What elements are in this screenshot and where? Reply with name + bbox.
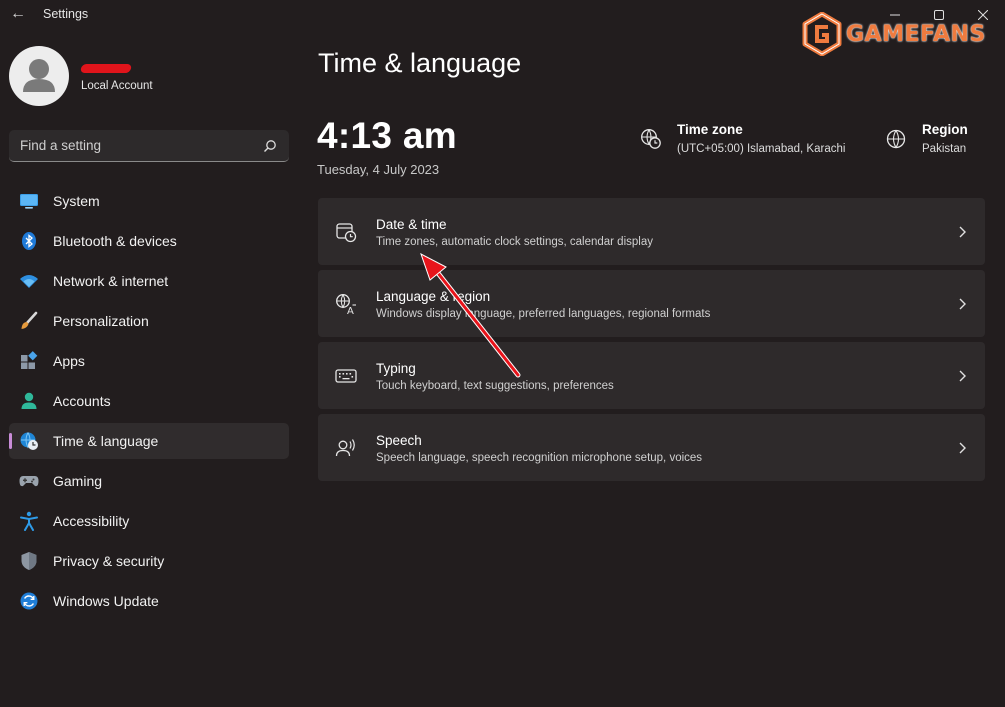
monitor-icon [19, 191, 39, 211]
sidebar-item-network[interactable]: Network & internet [9, 263, 289, 299]
person-avatar-icon [23, 59, 55, 92]
sidebar-item-label: Accessibility [53, 513, 130, 529]
page-title: Time & language [318, 48, 522, 78]
sidebar-item-label: Personalization [53, 313, 149, 329]
sidebar-item-windows-update[interactable]: Windows Update [9, 583, 289, 619]
app-title: Settings [43, 7, 89, 21]
chevron-right-icon [959, 370, 966, 382]
sidebar-item-accounts[interactable]: Accounts [9, 383, 289, 419]
shield-icon [19, 551, 39, 571]
keyboard-icon [335, 369, 357, 383]
current-date: Tuesday, 4 July 2023 [317, 162, 440, 177]
language-icon: A [336, 294, 356, 315]
avatar[interactable] [9, 46, 69, 106]
time-zone-info: Time zone (UTC+05:00) Islamabad, Karachi [640, 122, 845, 155]
wifi-icon [19, 271, 39, 291]
card-speech[interactable]: Speech Speech language, speech recogniti… [318, 414, 985, 481]
card-title: Language & region [376, 289, 491, 304]
sidebar-item-label: Privacy & security [53, 553, 165, 569]
sidebar-item-accessibility[interactable]: Accessibility [9, 503, 289, 539]
sidebar-item-label: Accounts [53, 393, 111, 409]
gamepad-icon [19, 471, 39, 491]
current-time: 4:13 am [317, 115, 457, 156]
sidebar-item-time-language[interactable]: Time & language [9, 423, 289, 459]
speech-icon [335, 439, 355, 457]
card-date-time[interactable]: Date & time Time zones, automatic clock … [318, 198, 985, 265]
sidebar-item-personalization[interactable]: Personalization [9, 303, 289, 339]
card-description: Time zones, automatic clock settings, ca… [376, 236, 653, 248]
settings-cards: Date & time Time zones, automatic clock … [318, 198, 985, 486]
gamefans-logo-icon [802, 12, 842, 56]
globe-icon [886, 129, 906, 149]
time-zone-value: (UTC+05:00) Islamabad, Karachi [677, 143, 846, 155]
sidebar-item-label: Bluetooth & devices [53, 233, 177, 249]
card-description: Windows display language, preferred lang… [376, 308, 711, 320]
sidebar-item-system[interactable]: System [9, 183, 289, 219]
search-icon[interactable] [263, 139, 277, 153]
card-typing[interactable]: Typing Touch keyboard, text suggestions,… [318, 342, 985, 409]
bluetooth-icon [19, 231, 39, 251]
gamefans-watermark: GAMEFANS [802, 12, 986, 56]
user-name-redacted [80, 62, 132, 74]
chevron-right-icon [959, 298, 966, 310]
person-icon [19, 391, 39, 411]
card-title: Speech [376, 433, 422, 448]
card-title: Date & time [376, 217, 447, 232]
accessibility-icon [19, 511, 39, 531]
svg-text:A: A [347, 306, 354, 315]
card-language-region[interactable]: A Language & region Windows display lang… [318, 270, 985, 337]
card-title: Typing [376, 361, 416, 376]
sidebar-item-label: Time & language [53, 433, 159, 449]
sidebar-item-privacy[interactable]: Privacy & security [9, 543, 289, 579]
back-button[interactable]: ← [8, 4, 28, 24]
globe-clock-icon [19, 431, 39, 451]
sidebar-item-label: Network & internet [53, 273, 169, 289]
sidebar-item-label: Windows Update [53, 593, 159, 609]
watermark-text: GAMEFANS [846, 21, 986, 47]
sidebar-item-bluetooth[interactable]: Bluetooth & devices [9, 223, 289, 259]
sidebar-item-gaming[interactable]: Gaming [9, 463, 289, 499]
sidebar-nav: System Bluetooth & devices Network & int… [9, 183, 289, 623]
chevron-right-icon [959, 226, 966, 238]
sidebar-item-apps[interactable]: Apps [9, 343, 289, 379]
sidebar-item-label: Apps [53, 353, 85, 369]
region-info: Region Pakistan [885, 122, 968, 155]
update-icon [19, 591, 39, 611]
brush-icon [19, 311, 39, 331]
card-description: Speech language, speech recognition micr… [376, 452, 703, 464]
search-input[interactable] [9, 130, 259, 161]
sidebar-item-label: System [53, 193, 100, 209]
region-value: Pakistan [922, 143, 967, 155]
calendar-clock-icon [336, 223, 357, 243]
globe-clock-outline-icon [641, 129, 661, 149]
chevron-right-icon [959, 442, 966, 454]
region-label: Region [922, 122, 968, 137]
apps-icon [19, 351, 39, 371]
time-zone-label: Time zone [677, 122, 743, 137]
sidebar-item-label: Gaming [53, 473, 103, 489]
card-description: Touch keyboard, text suggestions, prefer… [376, 380, 614, 392]
account-type: Local Account [81, 80, 153, 92]
search-box [9, 130, 289, 162]
